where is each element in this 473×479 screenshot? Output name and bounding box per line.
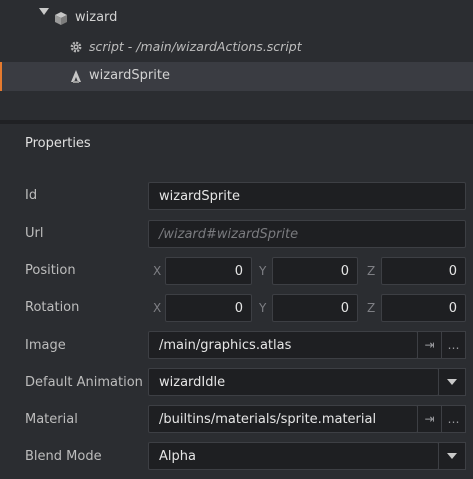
- position-y-axis-label: Y: [259, 264, 267, 278]
- material-buttons: ⇥ …: [417, 405, 466, 433]
- outline-panel: wizard script - /main/wizardActions.scri…: [0, 0, 473, 120]
- expand-arrow-icon[interactable]: [39, 8, 49, 30]
- rotation-label: Rotation: [25, 300, 80, 315]
- browse-icon[interactable]: …: [441, 332, 465, 358]
- goto-resource-icon[interactable]: ⇥: [418, 332, 441, 358]
- id-field[interactable]: wizardSprite: [148, 182, 466, 210]
- position-z-axis-label: Z: [367, 264, 376, 278]
- tree-item-label: script - /main/wizardActions.script: [89, 39, 302, 54]
- browse-icon[interactable]: …: [441, 406, 465, 432]
- position-label: Position: [25, 263, 76, 278]
- rotation-x-axis-label: X: [153, 301, 162, 315]
- default-animation-label: Default Animation: [25, 375, 143, 390]
- url-label: Url: [25, 226, 44, 241]
- tree-item-script[interactable]: script - /main/wizardActions.script: [0, 33, 473, 62]
- tree-item-label: wizard: [75, 10, 118, 25]
- position-z-field[interactable]: 0: [381, 257, 466, 285]
- chevron-down-icon[interactable]: [438, 442, 466, 470]
- rotation-y-field[interactable]: 0: [272, 294, 358, 322]
- blend-mode-label: Blend Mode: [25, 449, 102, 464]
- url-field[interactable]: /wizard#wizardSprite: [148, 220, 466, 248]
- id-label: Id: [25, 188, 38, 203]
- position-x-axis-label: X: [153, 264, 162, 278]
- properties-title: Properties: [25, 136, 91, 151]
- rotation-z-field[interactable]: 0: [381, 294, 466, 322]
- image-buttons: ⇥ …: [417, 331, 466, 359]
- gameobject-cube-icon: [54, 11, 68, 30]
- position-x-field[interactable]: 0: [165, 257, 252, 285]
- default-animation-select[interactable]: wizardIdle: [148, 368, 439, 396]
- tree-item-label: wizardSprite: [89, 68, 170, 83]
- blend-mode-select[interactable]: Alpha: [148, 442, 439, 470]
- tree-item-wizard[interactable]: wizard: [0, 4, 473, 33]
- rotation-x-field[interactable]: 0: [165, 294, 252, 322]
- sprite-icon: [69, 69, 83, 88]
- rotation-y-axis-label: Y: [259, 301, 267, 315]
- material-field[interactable]: /builtins/materials/sprite.material: [148, 405, 418, 433]
- tree-item-wizardsprite[interactable]: wizardSprite: [0, 62, 473, 91]
- rotation-z-axis-label: Z: [367, 301, 376, 315]
- material-label: Material: [25, 412, 78, 427]
- goto-resource-icon[interactable]: ⇥: [418, 406, 441, 432]
- image-label: Image: [25, 338, 66, 353]
- gear-icon: [69, 40, 83, 58]
- properties-panel: Properties Id wizardSprite Url /wizard#w…: [0, 124, 473, 479]
- image-field[interactable]: /main/graphics.atlas: [148, 331, 418, 359]
- position-y-field[interactable]: 0: [272, 257, 358, 285]
- chevron-down-icon[interactable]: [438, 368, 466, 396]
